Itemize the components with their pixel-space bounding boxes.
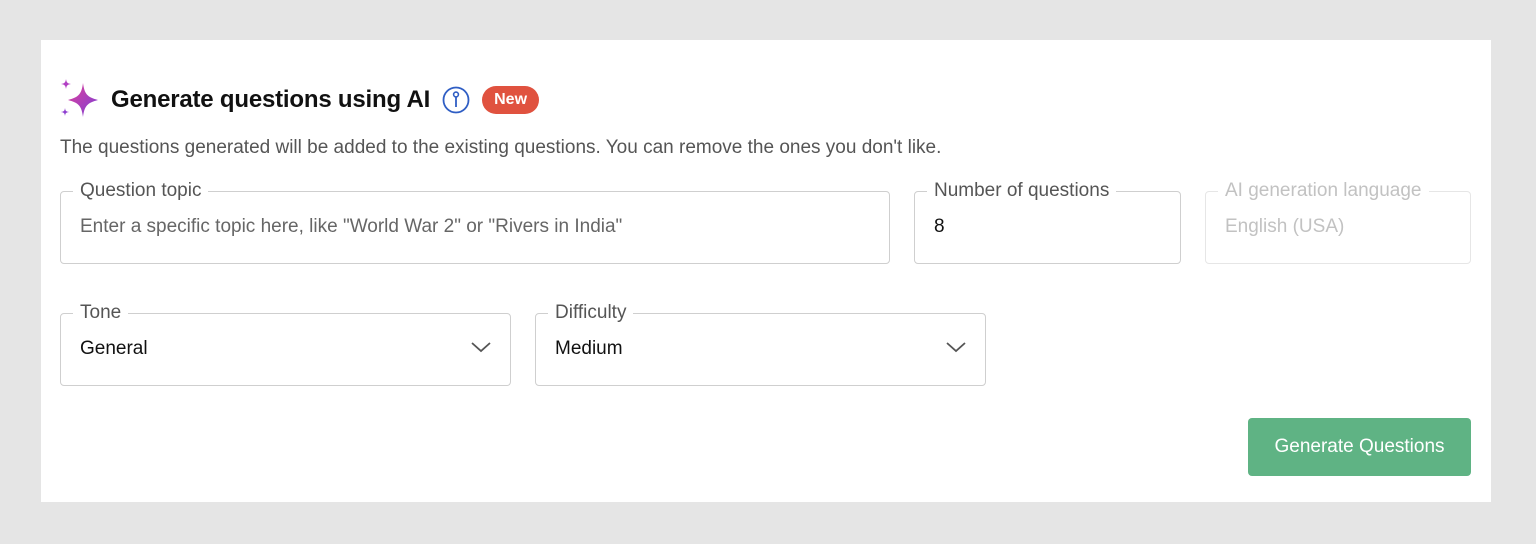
difficulty-value: Medium [555, 338, 623, 359]
new-badge: New [482, 86, 540, 114]
chevron-down-icon [471, 342, 491, 353]
info-icon[interactable] [442, 86, 470, 114]
ai-language-value: English (USA) [1225, 216, 1345, 237]
sparkle-icon [61, 79, 98, 117]
number-of-questions-input[interactable] [934, 214, 1161, 240]
number-of-questions-label: Number of questions [927, 179, 1117, 203]
tone-select[interactable]: Tone General [60, 301, 511, 386]
number-of-questions-field: Number of questions [914, 179, 1181, 264]
ai-language-field: AI generation language English (USA) [1205, 179, 1471, 264]
panel-title: Generate questions using AI [111, 86, 431, 113]
ai-language-label: AI generation language [1218, 179, 1429, 203]
ai-generate-panel: Generate questions using AI New The ques… [41, 40, 1491, 502]
question-topic-field: Question topic [60, 179, 890, 264]
panel-header: Generate questions using AI New [59, 78, 540, 122]
question-topic-label: Question topic [73, 179, 209, 203]
difficulty-label: Difficulty [548, 301, 634, 325]
panel-description: The questions generated will be added to… [60, 137, 942, 158]
difficulty-select[interactable]: Difficulty Medium [535, 301, 986, 386]
question-topic-input[interactable] [80, 214, 870, 240]
generate-questions-button[interactable]: Generate Questions [1248, 418, 1471, 476]
tone-label: Tone [73, 301, 129, 325]
tone-value: General [80, 338, 148, 359]
chevron-down-icon [946, 342, 966, 353]
